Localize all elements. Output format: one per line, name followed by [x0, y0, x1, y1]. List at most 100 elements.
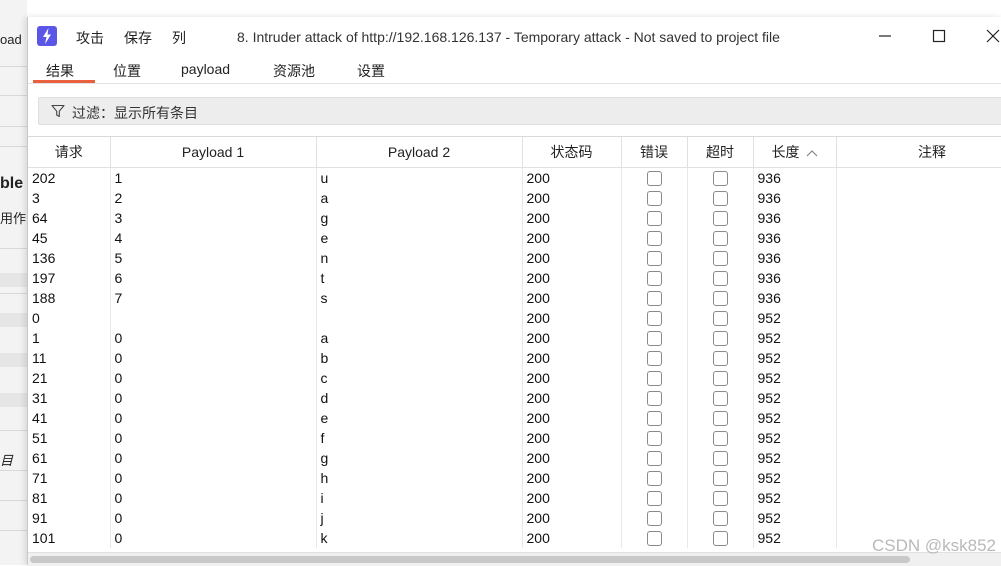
checkbox[interactable] — [646, 431, 662, 447]
column-header-length[interactable]: 长度 — [753, 137, 837, 168]
cell-timeout — [687, 308, 754, 328]
minimize-icon — [879, 35, 891, 37]
cell-status: 200 — [522, 428, 622, 448]
checkbox[interactable] — [712, 451, 728, 467]
tab-settings[interactable]: 设置 — [357, 61, 385, 81]
menu-columns[interactable]: 列 — [172, 28, 186, 48]
minimize-button[interactable] — [870, 23, 900, 49]
checkbox[interactable] — [712, 511, 728, 527]
checkbox[interactable] — [712, 291, 728, 307]
cell-length: 952 — [753, 308, 837, 328]
table-row[interactable]: 136 5 n 200 936 — [28, 248, 1001, 268]
checkbox[interactable] — [712, 471, 728, 487]
horizontal-scrollbar[interactable] — [28, 552, 1001, 566]
column-header-timeout[interactable]: 超时 — [687, 137, 754, 168]
checkbox[interactable] — [712, 311, 728, 327]
cell-comment — [836, 188, 1001, 208]
checkbox[interactable] — [712, 211, 728, 227]
table-row[interactable]: 41 0 e 200 952 — [28, 408, 1001, 428]
cell-length: 952 — [753, 368, 837, 388]
checkbox[interactable] — [712, 431, 728, 447]
table-row[interactable]: 188 7 s 200 936 — [28, 288, 1001, 308]
checkbox[interactable] — [646, 271, 662, 287]
table-row[interactable]: 71 0 h 200 952 — [28, 468, 1001, 488]
column-header-payload2[interactable]: Payload 2 — [316, 137, 523, 168]
table-row[interactable]: 3 2 a 200 936 — [28, 188, 1001, 208]
checkbox[interactable] — [712, 231, 728, 247]
checkbox[interactable] — [712, 391, 728, 407]
close-button[interactable] — [978, 23, 1001, 49]
checkbox[interactable] — [646, 411, 662, 427]
cell-payload1: 0 — [110, 428, 317, 448]
checkbox[interactable] — [646, 231, 662, 247]
bg-text-ble: ble — [0, 175, 24, 192]
window-title: 8. Intruder attack of http://192.168.126… — [237, 29, 780, 45]
table-row[interactable]: 81 0 i 200 952 — [28, 488, 1001, 508]
checkbox[interactable] — [712, 171, 728, 187]
column-header-payload1[interactable]: Payload 1 — [110, 137, 317, 168]
table-row[interactable]: 11 0 b 200 952 — [28, 348, 1001, 368]
checkbox[interactable] — [646, 291, 662, 307]
checkbox[interactable] — [646, 511, 662, 527]
checkbox[interactable] — [646, 171, 662, 187]
cell-comment — [836, 468, 1001, 488]
checkbox[interactable] — [646, 311, 662, 327]
cell-length: 952 — [753, 388, 837, 408]
menu-attack[interactable]: 攻击 — [76, 28, 104, 48]
cell-request: 11 — [28, 348, 111, 368]
tab-positions[interactable]: 位置 — [113, 61, 141, 81]
table-row[interactable]: 91 0 j 200 952 — [28, 508, 1001, 528]
checkbox[interactable] — [646, 391, 662, 407]
cell-request: 136 — [28, 248, 111, 268]
table-row[interactable]: 101 0 k 200 952 — [28, 528, 1001, 548]
cell-comment — [836, 428, 1001, 448]
table-row[interactable]: 1 0 a 200 952 — [28, 328, 1001, 348]
cell-status: 200 — [522, 268, 622, 288]
column-header-error[interactable]: 错误 — [621, 137, 688, 168]
checkbox[interactable] — [712, 191, 728, 207]
checkbox[interactable] — [646, 191, 662, 207]
checkbox[interactable] — [712, 371, 728, 387]
checkbox[interactable] — [712, 331, 728, 347]
checkbox[interactable] — [646, 531, 662, 547]
maximize-button[interactable] — [924, 23, 954, 49]
active-tab-indicator — [33, 80, 95, 83]
checkbox[interactable] — [712, 411, 728, 427]
cell-length: 936 — [753, 188, 837, 208]
checkbox[interactable] — [646, 491, 662, 507]
checkbox[interactable] — [646, 371, 662, 387]
column-header-comment[interactable]: 注释 — [836, 137, 1001, 168]
table-row[interactable]: 197 6 t 200 936 — [28, 268, 1001, 288]
checkbox[interactable] — [646, 471, 662, 487]
checkbox[interactable] — [712, 251, 728, 267]
table-row[interactable]: 202 1 u 200 936 — [28, 167, 1001, 188]
table-row[interactable]: 0 200 952 — [28, 308, 1001, 328]
tab-results[interactable]: 结果 — [46, 61, 74, 81]
checkbox[interactable] — [712, 271, 728, 287]
tab-resource-pool[interactable]: 资源池 — [273, 61, 315, 81]
checkbox[interactable] — [646, 331, 662, 347]
table-row[interactable]: 45 4 e 200 936 — [28, 228, 1001, 248]
checkbox[interactable] — [646, 211, 662, 227]
cell-status: 200 — [522, 468, 622, 488]
tab-payload[interactable]: payload — [181, 61, 230, 77]
filter-bar[interactable]: 过滤：显示所有条目 — [38, 97, 1001, 125]
checkbox[interactable] — [646, 451, 662, 467]
table-row[interactable]: 51 0 f 200 952 — [28, 428, 1001, 448]
scrollbar-thumb[interactable] — [30, 556, 910, 563]
cell-comment — [836, 208, 1001, 228]
table-row[interactable]: 64 3 g 200 936 — [28, 208, 1001, 228]
table-row[interactable]: 21 0 c 200 952 — [28, 368, 1001, 388]
cell-timeout — [687, 368, 754, 388]
checkbox[interactable] — [712, 491, 728, 507]
menu-save[interactable]: 保存 — [124, 28, 152, 48]
table-row[interactable]: 31 0 d 200 952 — [28, 388, 1001, 408]
checkbox[interactable] — [712, 531, 728, 547]
cell-payload1: 0 — [110, 348, 317, 368]
checkbox[interactable] — [646, 351, 662, 367]
column-header-status[interactable]: 状态码 — [522, 137, 622, 168]
checkbox[interactable] — [646, 251, 662, 267]
table-row[interactable]: 61 0 g 200 952 — [28, 448, 1001, 468]
checkbox[interactable] — [712, 351, 728, 367]
column-header-request[interactable]: 请求 — [28, 137, 111, 168]
